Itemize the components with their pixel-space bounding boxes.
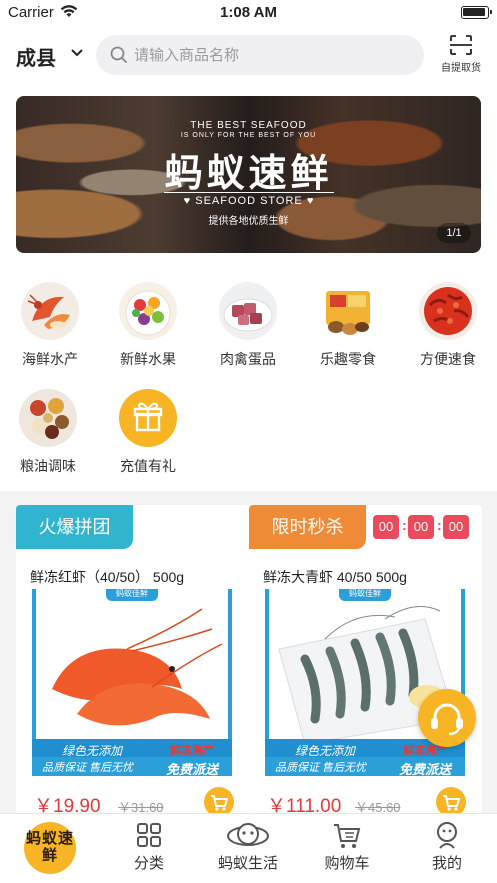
bottom-tab-bar: 蚂蚁速鲜 分类 蚂蚁生活 购物车 我的 [0, 813, 497, 883]
banner-subtitle: 提供各地优质生鲜 [208, 216, 289, 227]
product-name: 鲜冻大青虾 40/50 500g [263, 569, 407, 585]
category-fruit[interactable]: 新鲜水果 [98, 281, 198, 369]
category-label: 乐趣零食 [320, 351, 376, 367]
banner-title: 蚂蚁速鲜 [164, 150, 333, 195]
image-brand: 鲜冻海产 [170, 745, 214, 757]
promo-banner[interactable]: THE BEST SEAFOOD IS ONLY FOR THE BEST OF… [16, 96, 481, 253]
product-price: ￥19.90 [34, 796, 101, 815]
category-label: 粮油调味 [20, 458, 76, 474]
fruit-icon [119, 282, 177, 340]
chevron-down-icon[interactable] [70, 48, 84, 58]
tab-cart[interactable]: 购物车 [307, 820, 387, 873]
self-pickup-button[interactable]: 自提取货 [438, 34, 484, 78]
image-caption: 绿色无添加 [295, 744, 356, 758]
flash-sale-tag[interactable]: 限时秒杀 [249, 505, 366, 549]
image-delivery: 免费派送 [399, 762, 452, 776]
image-delivery: 免费派送 [166, 762, 219, 776]
timer-colon: : [437, 517, 442, 533]
banner-pager: 1/1 [437, 223, 471, 243]
cart-icon [211, 795, 229, 811]
group-buy-tag[interactable]: 火爆拼团 [16, 505, 133, 549]
status-bar: Carrier 1:08 AM [0, 0, 497, 26]
brand-badge: 蚂蚁佳鲜 [106, 589, 158, 601]
image-caption: 品质保证 售后无忧 [42, 762, 134, 774]
product-image[interactable]: 蚂蚁佳鲜 绿色无添加 品质保证 售后无忧 鲜冻海产 免费派送 [265, 589, 465, 776]
category-seafood[interactable]: 海鲜水产 [0, 281, 100, 369]
snack-icon [326, 291, 370, 335]
group-buy-card[interactable]: 火爆拼团 鲜冻红虾（40/50） 500g 蚂蚁佳鲜 绿色无添加 品质保证 售后… [16, 505, 249, 815]
seafood-icon [21, 282, 79, 340]
tab-category[interactable]: 分类 [109, 820, 189, 873]
category-label: 方便速食 [420, 351, 476, 367]
timer-colon: : [402, 517, 407, 533]
category-spice[interactable]: 粮油调味 [0, 388, 98, 476]
category-recharge[interactable]: 充值有礼 [98, 388, 198, 476]
category-label: 肉禽蛋品 [220, 351, 276, 367]
battery-icon [461, 6, 492, 19]
tab-ant-life[interactable]: 蚂蚁生活 [208, 820, 288, 873]
scan-icon [450, 35, 472, 55]
image-caption: 绿色无添加 [62, 744, 123, 758]
category-label: 海鲜水产 [22, 351, 78, 367]
spice-icon [19, 389, 77, 447]
search-icon [110, 46, 128, 64]
tab-label: 分类 [133, 855, 164, 872]
product-name: 鲜冻红虾（40/50） 500g [30, 569, 185, 585]
ant-life-icon [227, 823, 269, 846]
clock: 1:08 AM [220, 4, 277, 21]
search-input[interactable] [134, 35, 404, 75]
profile-icon [437, 822, 457, 849]
top-header: 成县 自提取货 [0, 34, 497, 78]
search-bar[interactable] [96, 35, 424, 75]
tab-home[interactable]: 蚂蚁速鲜 [24, 822, 76, 874]
category-meat[interactable]: 肉禽蛋品 [198, 281, 298, 369]
tab-label: 我的 [431, 855, 462, 872]
image-caption: 品质保证 售后无忧 [275, 762, 367, 774]
crayfish-icon [419, 282, 477, 340]
cart-icon [334, 824, 361, 848]
brand-badge: 蚂蚁佳鲜 [339, 589, 391, 601]
add-to-cart-button[interactable] [204, 787, 234, 815]
cart-icon [443, 795, 461, 811]
timer-seconds: 00 [443, 515, 469, 539]
flash-sale-card[interactable]: 限时秒杀 00 : 00 : 00 鲜冻大青虾 40/50 500g 蚂蚁佳鲜 … [249, 505, 482, 815]
headset-icon [431, 703, 463, 736]
category-snack[interactable]: 乐趣零食 [298, 281, 398, 369]
timer-hours: 00 [373, 515, 399, 539]
banner-tagline-small: IS ONLY FOR THE BEST OF YOU [180, 132, 317, 139]
category-label: 新鲜水果 [120, 351, 176, 367]
meat-icon [219, 282, 277, 340]
city-selector[interactable]: 成县 [16, 42, 56, 71]
category-label: 充值有礼 [120, 458, 176, 474]
timer-minutes: 00 [408, 515, 434, 539]
add-to-cart-button[interactable] [436, 787, 466, 815]
product-image[interactable]: 蚂蚁佳鲜 绿色无添加 品质保证 售后无忧 鲜冻海产 免费派送 [32, 589, 232, 776]
self-pickup-label: 自提取货 [441, 63, 481, 74]
tab-label: 购物车 [324, 855, 370, 872]
promo-section: 火爆拼团 鲜冻红虾（40/50） 500g 蚂蚁佳鲜 绿色无添加 品质保证 售后… [0, 505, 497, 815]
tab-profile[interactable]: 我的 [407, 820, 487, 873]
banner-store: ♥ SEAFOOD STORE ♥ [164, 192, 334, 207]
section-divider [0, 491, 497, 505]
gift-icon [119, 389, 177, 447]
banner-tagline: THE BEST SEAFOOD [190, 120, 307, 131]
tab-label: 蚂蚁生活 [217, 855, 278, 872]
customer-service-button[interactable] [418, 689, 476, 747]
category-instant[interactable]: 方便速食 [398, 281, 497, 369]
product-price: ￥111.00 [267, 796, 342, 815]
grid-icon [137, 823, 161, 847]
